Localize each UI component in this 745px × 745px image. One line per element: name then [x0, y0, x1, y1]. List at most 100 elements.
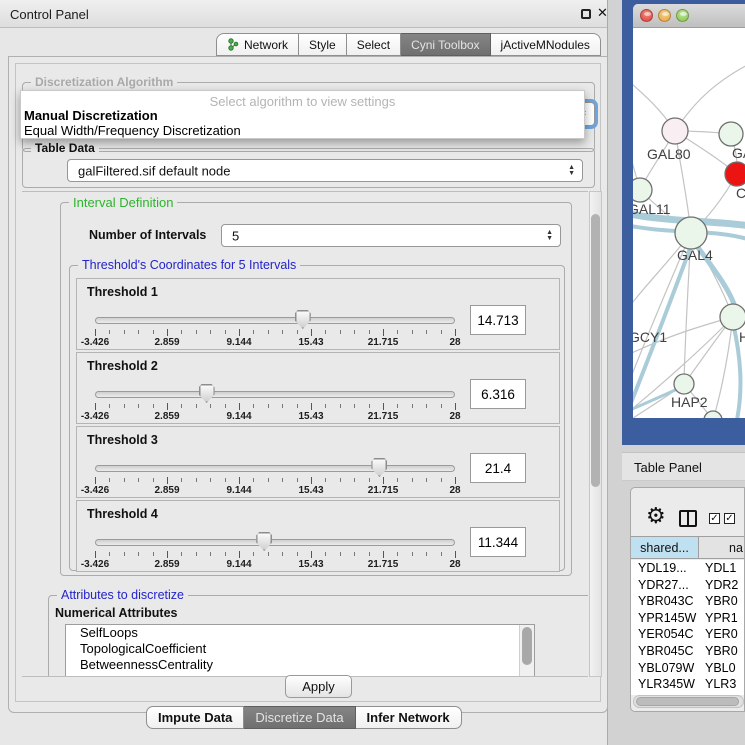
numerical-attributes-list[interactable]: SelfLoops TopologicalCoefficient Between…	[65, 624, 535, 677]
table-cell[interactable]: YBL0	[699, 660, 745, 677]
slider-tick	[325, 330, 326, 334]
tab-jactivemnodules[interactable]: jActiveMNodules	[491, 33, 601, 56]
split-columns-icon[interactable]	[679, 510, 697, 527]
slider-thumb[interactable]	[295, 310, 311, 329]
close-traffic-light-icon[interactable]	[640, 9, 653, 22]
tab-infer-network[interactable]: Infer Network	[356, 706, 462, 729]
thresholds-group: Threshold's Coordinates for 5 Intervals …	[69, 265, 565, 571]
tab-discretize-data[interactable]: Discretize Data	[244, 706, 355, 729]
table-cell[interactable]: YPR145W	[631, 610, 699, 627]
slider-tick	[196, 552, 197, 556]
scrollbar-thumb[interactable]	[636, 697, 739, 706]
table-cell[interactable]: YER054C	[631, 626, 699, 643]
slider-track[interactable]	[95, 391, 455, 398]
slider-tick	[282, 478, 283, 482]
table-cell[interactable]: YBL079W	[631, 660, 699, 677]
table-cell[interactable]: YPR1	[699, 610, 745, 627]
tab-style[interactable]: Style	[299, 33, 347, 56]
table-row[interactable]: YLR345WYLR3	[631, 676, 745, 693]
table-cell[interactable]: YLR3	[699, 676, 745, 693]
network-node-h[interactable]	[720, 304, 745, 330]
slider-thumb[interactable]	[371, 458, 387, 477]
slider-thumb[interactable]	[199, 384, 215, 403]
float-window-icon[interactable]	[581, 9, 591, 19]
slider-track[interactable]	[95, 317, 455, 324]
slider-tick	[282, 552, 283, 556]
network-node-gal4[interactable]	[675, 217, 707, 249]
numerical-attributes-label: Numerical Attributes	[55, 606, 177, 620]
table-cell[interactable]: YBR045C	[631, 643, 699, 660]
network-canvas[interactable]: GAL80GACGAL11GAL4GCY1HHAP2	[633, 28, 745, 418]
slider-tick	[325, 552, 326, 556]
table-cell[interactable]: YER0	[699, 626, 745, 643]
number-of-intervals-combobox[interactable]: 5 ▲▼	[221, 224, 561, 247]
threshold-value-field[interactable]: 6.316	[470, 379, 526, 409]
column-header-shared-name[interactable]: shared...	[631, 537, 699, 558]
table-row[interactable]: YBL079WYBL0	[631, 660, 745, 677]
dropdown-hint-item[interactable]: Select algorithm to view settings	[21, 91, 584, 108]
network-node-gal80[interactable]	[662, 118, 688, 144]
scrollbar-thumb[interactable]	[522, 627, 532, 665]
network-node-hap2[interactable]	[674, 374, 694, 394]
zoom-traffic-light-icon[interactable]	[676, 9, 689, 22]
table-cell[interactable]: YDL19...	[631, 560, 699, 577]
table-horizontal-scrollbar[interactable]	[633, 695, 744, 708]
table-row[interactable]: YDL19...YDL1	[631, 560, 745, 577]
table-cell[interactable]: YDL1	[699, 560, 745, 577]
table-cell[interactable]: YBR0	[699, 593, 745, 610]
dropdown-option-manual[interactable]: Manual Discretization	[21, 108, 584, 123]
network-window-titlebar[interactable]	[633, 4, 745, 28]
minimize-traffic-light-icon[interactable]	[658, 9, 671, 22]
slider-tick	[282, 404, 283, 408]
tick-label: 9.144	[226, 337, 251, 348]
table-row[interactable]: YBR045CYBR0	[631, 643, 745, 660]
list-item[interactable]: TopologicalCoefficient	[66, 641, 534, 657]
tick-label: -3.426	[81, 337, 109, 348]
threshold-value-field[interactable]: 21.4	[470, 453, 526, 483]
table-cell[interactable]: YDR27...	[631, 577, 699, 594]
checkbox-icon[interactable]: ✓	[709, 513, 720, 524]
threshold-value-field[interactable]: 11.344	[470, 527, 526, 557]
slider-tick	[297, 404, 298, 408]
checkbox-icon[interactable]: ✓	[724, 513, 735, 524]
list-scrollbar[interactable]	[519, 625, 534, 677]
table-row[interactable]: YER054CYER0	[631, 626, 745, 643]
tab-network[interactable]: Network	[216, 33, 299, 56]
tick-label: 21.715	[368, 337, 399, 348]
network-node-ga[interactable]	[719, 122, 743, 146]
table-cell[interactable]: YBR0	[699, 643, 745, 660]
table-data-combobox[interactable]: galFiltered.sif default node ▲▼	[67, 159, 583, 182]
tick-label: 28	[449, 411, 460, 422]
tab-select[interactable]: Select	[347, 33, 401, 56]
column-header-name[interactable]: na	[699, 537, 745, 558]
node-label: GA	[732, 145, 745, 161]
slider-tick	[109, 478, 110, 482]
threshold-value-field[interactable]: 14.713	[470, 305, 526, 335]
network-node-c[interactable]	[725, 162, 745, 186]
slider-track[interactable]	[95, 465, 455, 472]
table-row[interactable]: YPR145WYPR1	[631, 610, 745, 627]
scrollbar-thumb[interactable]	[591, 214, 600, 487]
table-cell[interactable]: YLR345W	[631, 676, 699, 693]
tab-cyni-toolbox[interactable]: Cyni Toolbox	[401, 33, 490, 56]
slider-track[interactable]	[95, 539, 455, 546]
table-row[interactable]: YBR043CYBR0	[631, 593, 745, 610]
settings-vertical-scrollbar[interactable]	[589, 191, 602, 677]
list-item[interactable]: BetweennessCentrality	[66, 657, 534, 673]
list-item[interactable]: SelfLoops	[66, 625, 534, 641]
slider-tick	[138, 478, 139, 482]
slider-thumb[interactable]	[256, 532, 272, 551]
tick-label: 2.859	[154, 337, 179, 348]
close-icon[interactable]: ✕	[597, 5, 608, 21]
table-row[interactable]: YDR27...YDR2	[631, 577, 745, 594]
slider-tick	[412, 552, 413, 556]
gear-icon[interactable]: ⚙	[646, 505, 666, 527]
table-cell[interactable]: YBR043C	[631, 593, 699, 610]
slider-tick	[210, 552, 211, 556]
apply-button[interactable]: Apply	[285, 675, 352, 698]
tab-impute-data[interactable]: Impute Data	[146, 706, 244, 729]
network-node-gal11[interactable]	[633, 178, 652, 202]
slider-tick	[109, 552, 110, 556]
dropdown-option-equal-width[interactable]: Equal Width/Frequency Discretization	[21, 123, 584, 138]
table-cell[interactable]: YDR2	[699, 577, 745, 594]
